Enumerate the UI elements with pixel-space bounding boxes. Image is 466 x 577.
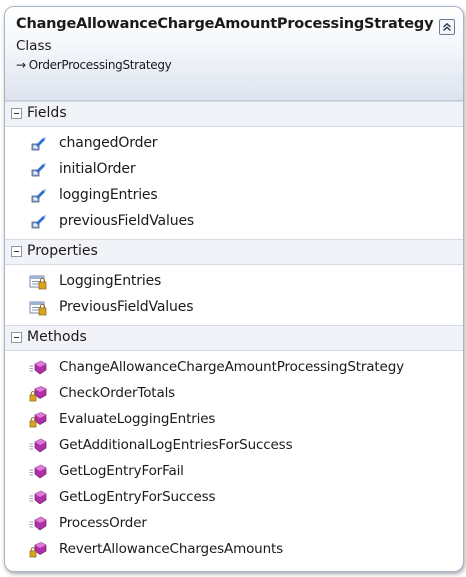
property-item[interactable]: LoggingEntries: [5, 269, 463, 295]
double-chevron-up-icon: [443, 22, 451, 32]
methods-list: ChangeAllowanceChargeAmountProcessingStr…: [5, 351, 463, 567]
property-icon: [29, 274, 47, 290]
method-item[interactable]: ProcessOrder: [5, 511, 463, 537]
method-item[interactable]: RevertAllowanceChargesAmounts: [5, 537, 463, 563]
method-item[interactable]: GetLogEntryForSuccess: [5, 485, 463, 511]
public-method-icon: [29, 490, 47, 506]
field-name: initialOrder: [59, 161, 136, 177]
property-name: LoggingEntries: [59, 273, 162, 289]
class-diagram-shape[interactable]: ChangeAllowanceChargeAmountProcessingStr…: [4, 6, 464, 572]
method-name: GetLogEntryForFail: [59, 463, 184, 479]
field-name: previousFieldValues: [59, 213, 195, 229]
public-method-icon: [29, 438, 47, 454]
method-item[interactable]: EvaluateLoggingEntries: [5, 407, 463, 433]
method-name: GetLogEntryForSuccess: [59, 489, 216, 505]
base-class-name: OrderProcessingStrategy: [28, 58, 172, 72]
method-item[interactable]: GetLogEntryForFail: [5, 459, 463, 485]
method-name: GetAdditionalLogEntriesForSuccess: [59, 437, 293, 453]
field-icon: [29, 162, 47, 178]
collapse-button[interactable]: [439, 19, 455, 35]
private-method-icon: [29, 542, 47, 558]
class-header: ChangeAllowanceChargeAmountProcessingStr…: [5, 7, 463, 101]
field-icon: [29, 214, 47, 230]
field-item[interactable]: changedOrder: [5, 131, 463, 157]
method-name: ProcessOrder: [59, 515, 147, 531]
field-item[interactable]: previousFieldValues: [5, 209, 463, 235]
properties-section-label: Properties: [27, 243, 98, 259]
properties-collapse-toggle[interactable]: [11, 246, 22, 257]
fields-collapse-toggle[interactable]: [11, 108, 22, 119]
property-item[interactable]: PreviousFieldValues: [5, 295, 463, 321]
fields-section-header: Fields: [5, 101, 463, 127]
properties-section-header: Properties: [5, 239, 463, 265]
class-name: ChangeAllowanceChargeAmountProcessingStr…: [16, 16, 434, 32]
method-item[interactable]: GetAdditionalLogEntriesForSuccess: [5, 433, 463, 459]
private-method-icon: [29, 386, 47, 402]
field-name: loggingEntries: [59, 187, 158, 203]
inheritance-arrow-icon: →: [16, 58, 26, 72]
methods-section-header: Methods: [5, 325, 463, 351]
property-icon: [29, 300, 47, 316]
method-name: ChangeAllowanceChargeAmountProcessingStr…: [59, 359, 404, 375]
fields-list: changedOrder initialOrder loggingEntries…: [5, 127, 463, 239]
method-item[interactable]: ChangeAllowanceChargeAmountProcessingStr…: [5, 355, 463, 381]
public-method-icon: [29, 464, 47, 480]
method-name: RevertAllowanceChargesAmounts: [59, 541, 284, 557]
private-method-icon: [29, 412, 47, 428]
public-method-icon: [29, 360, 47, 376]
properties-list: LoggingEntries PreviousFieldValues: [5, 265, 463, 325]
base-class: → OrderProcessingStrategy: [16, 58, 172, 72]
field-icon: [29, 136, 47, 152]
field-icon: [29, 188, 47, 204]
field-name: changedOrder: [59, 135, 158, 151]
field-item[interactable]: initialOrder: [5, 157, 463, 183]
method-name: EvaluateLoggingEntries: [59, 411, 216, 427]
method-name: CheckOrderTotals: [59, 385, 176, 401]
methods-section-label: Methods: [27, 329, 87, 345]
class-stereotype: Class: [16, 38, 52, 54]
method-item[interactable]: CheckOrderTotals: [5, 381, 463, 407]
property-name: PreviousFieldValues: [59, 299, 194, 315]
public-method-icon: [29, 516, 47, 532]
field-item[interactable]: loggingEntries: [5, 183, 463, 209]
methods-collapse-toggle[interactable]: [11, 332, 22, 343]
fields-section-label: Fields: [27, 105, 67, 121]
